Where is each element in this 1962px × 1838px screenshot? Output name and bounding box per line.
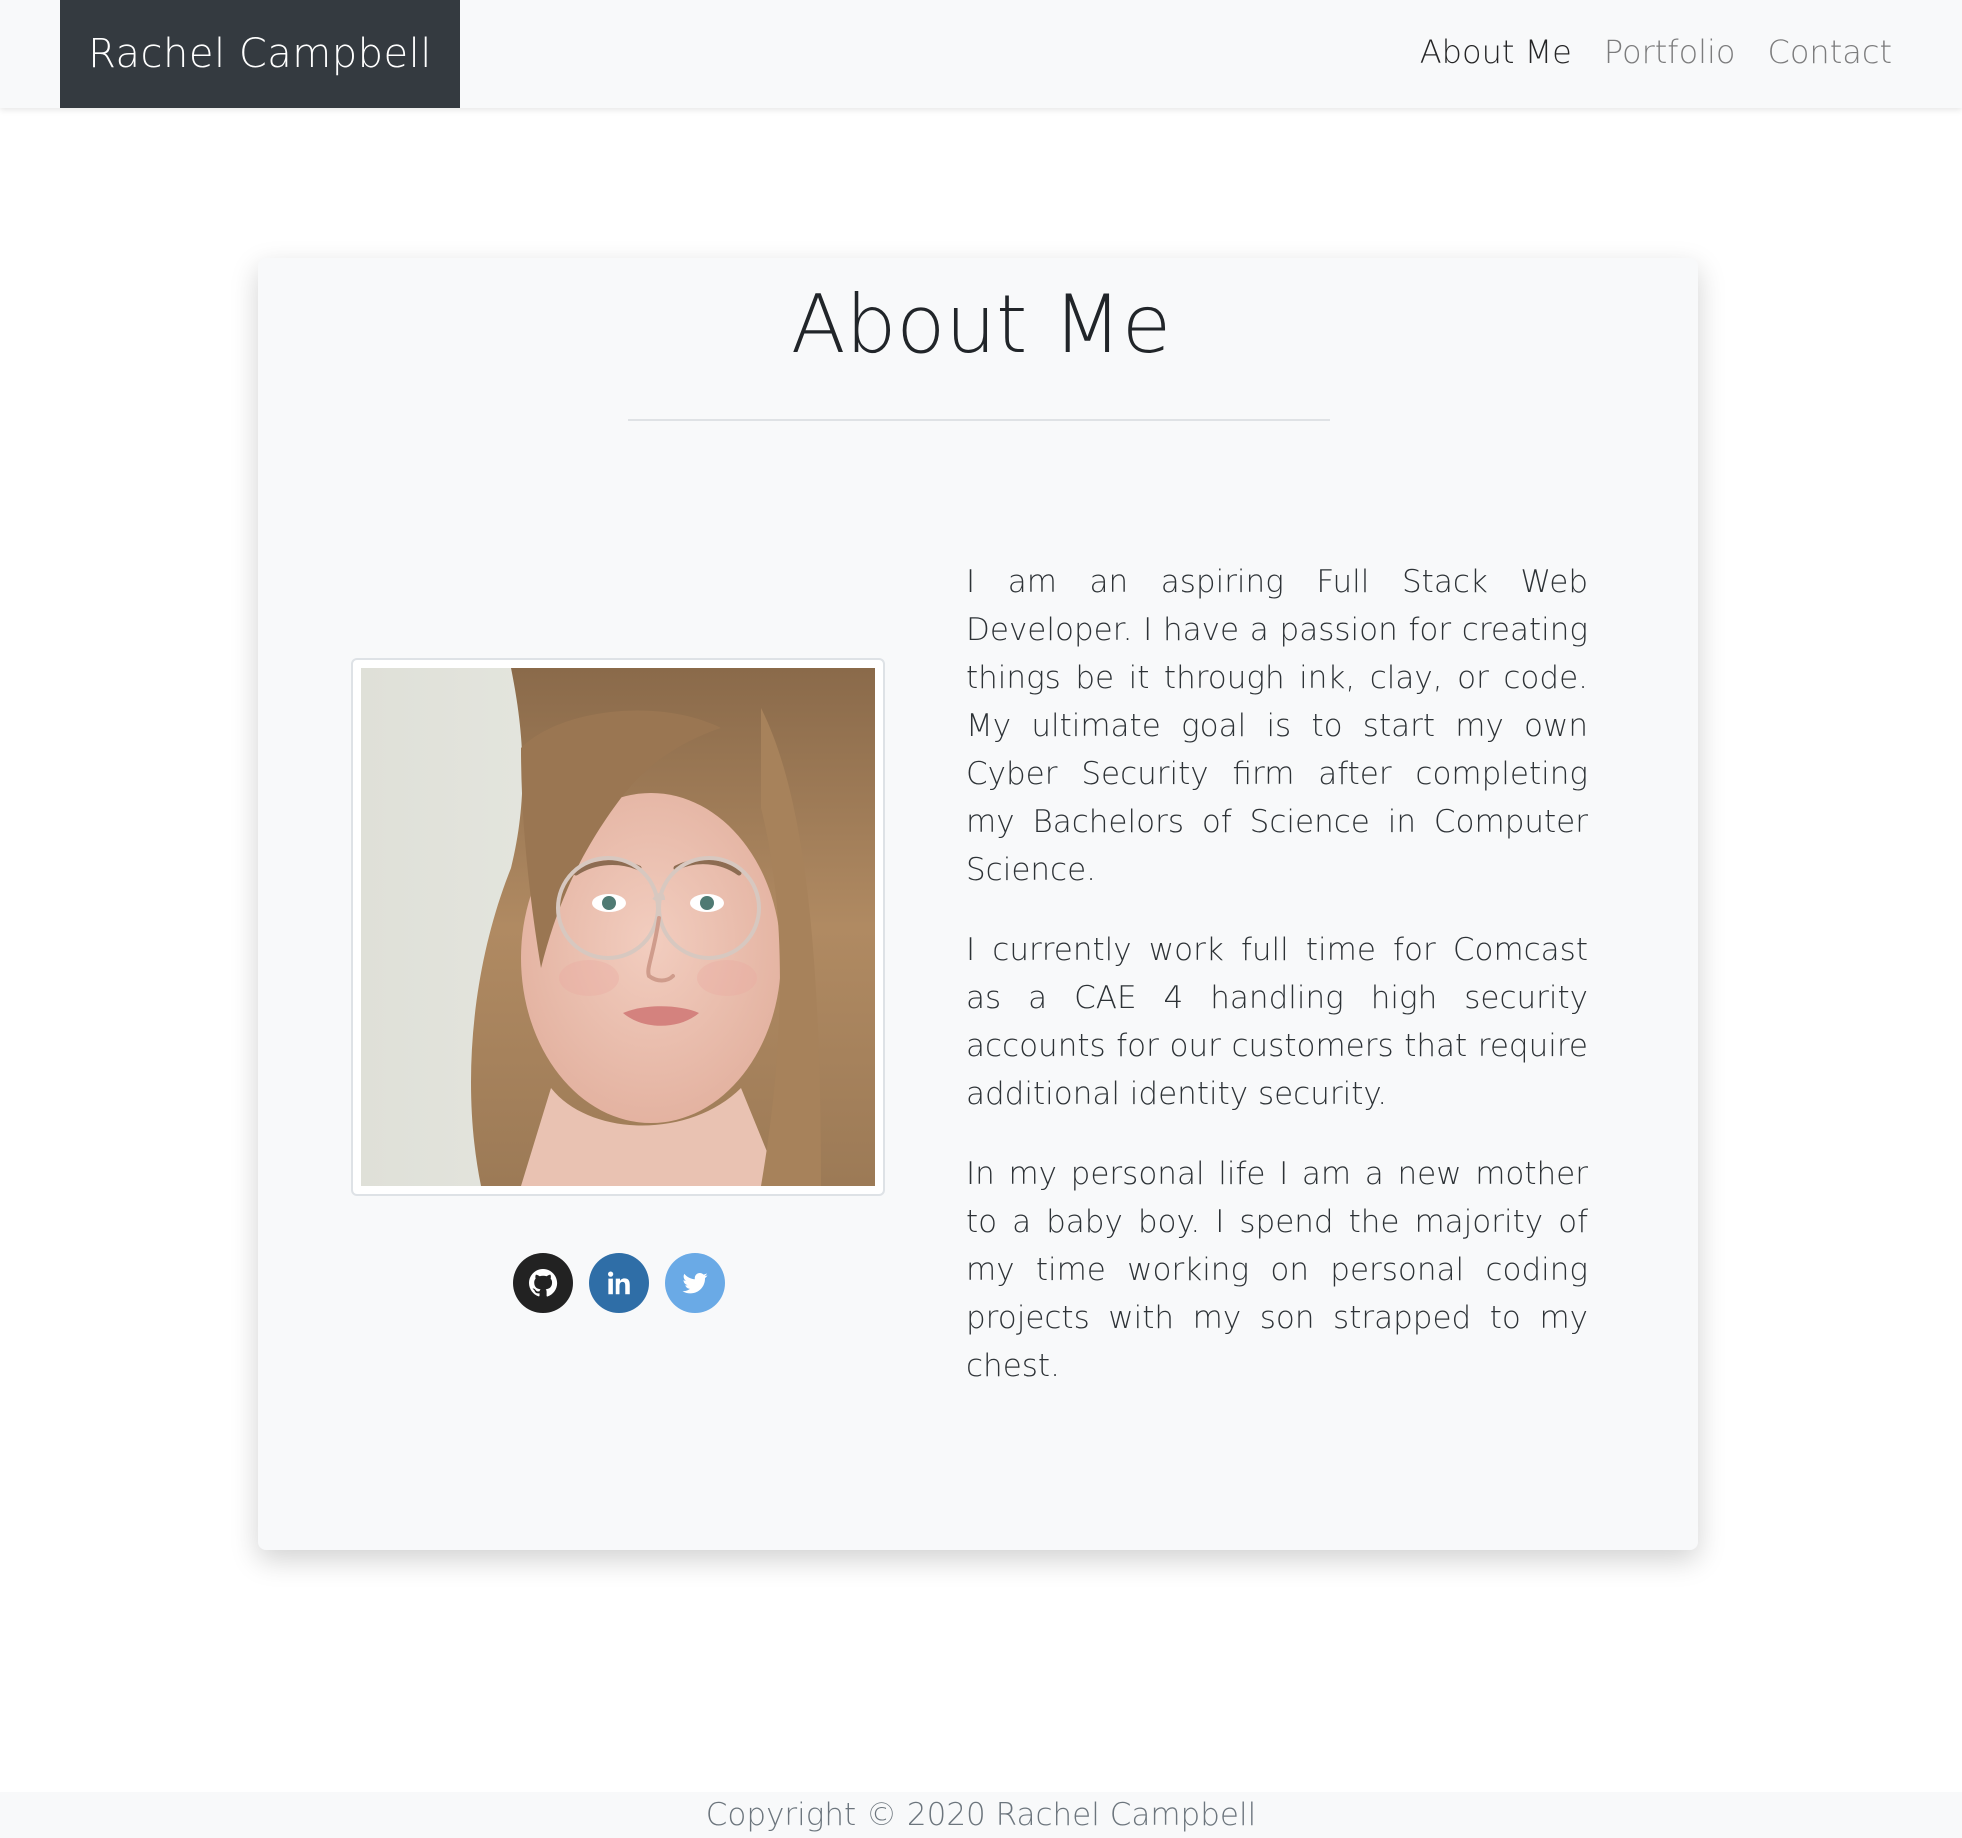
profile-photo-frame [351,658,885,1196]
footer: Copyright © 2020 Rachel Campbell [0,1792,1962,1838]
page-title: About Me [790,278,1172,371]
linkedin-link[interactable] [589,1253,649,1313]
copyright-text: Copyright © 2020 Rachel Campbell [705,1797,1257,1833]
social-links [513,1253,725,1313]
bio-paragraph-3: In my personal life I am a new mother to… [966,1156,1588,1384]
twitter-link[interactable] [665,1253,725,1313]
nav-link-portfolio[interactable]: Portfolio [1604,33,1736,71]
linkedin-icon [604,1268,634,1298]
brand-link[interactable]: Rachel Campbell [60,0,460,108]
twitter-icon [680,1268,710,1298]
bio-paragraph-1: I am an aspiring Full Stack Web Develope… [966,564,1588,888]
profile-photo [361,668,875,1186]
bio-paragraph-2: I currently work full time for Comcast a… [966,932,1588,1112]
nav-link-contact[interactable]: Contact [1768,33,1893,71]
title-divider [628,419,1330,421]
github-link[interactable] [513,1253,573,1313]
top-navbar: Rachel Campbell About Me Portfolio Conta… [0,0,1962,108]
nav-links: About Me Portfolio Contact [1420,0,1892,104]
github-icon [527,1267,559,1299]
bio-text: I am an aspiring Full Stack Web Develope… [966,558,1588,1422]
nav-link-about-me[interactable]: About Me [1420,33,1572,71]
